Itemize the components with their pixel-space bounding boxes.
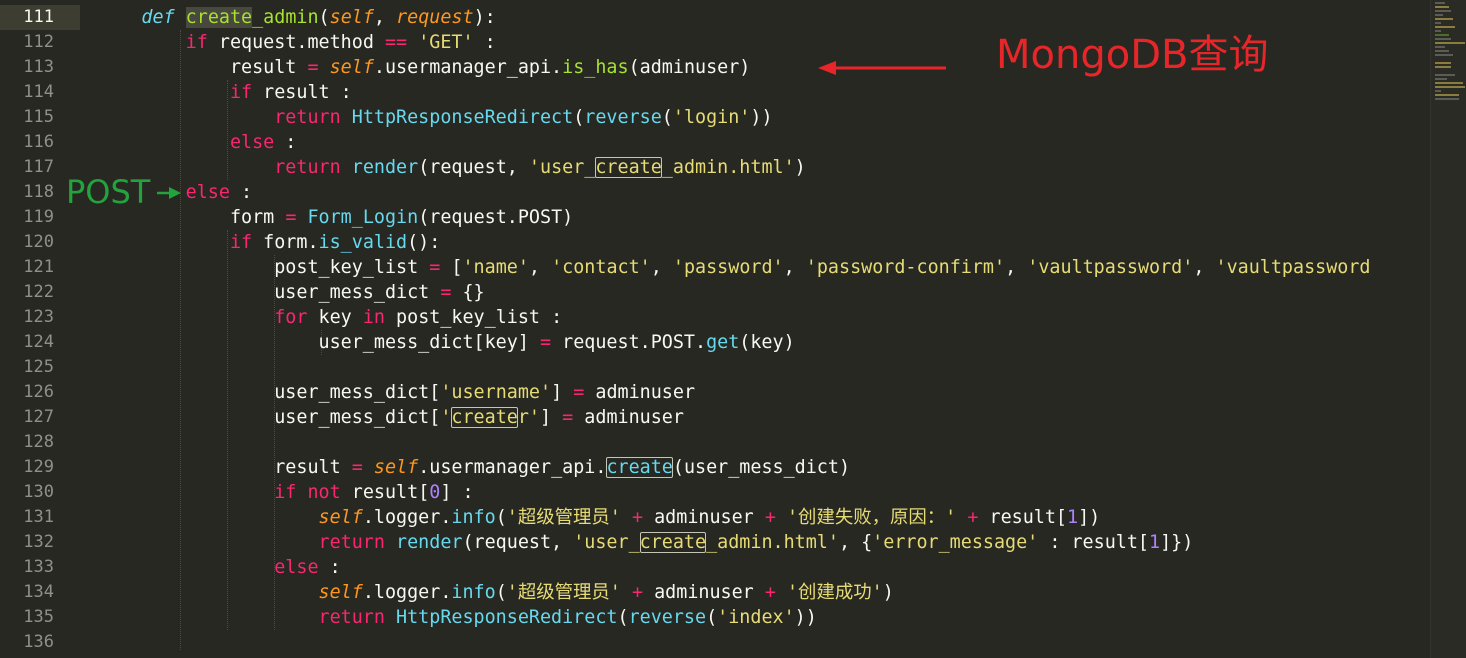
code-line-121[interactable]: post_key_list = ['name', 'contact', 'pas… bbox=[86, 255, 1370, 280]
line-number: 120 bbox=[23, 232, 54, 252]
code-line-124[interactable]: user_mess_dict[key] = request.POST.get(k… bbox=[86, 330, 795, 355]
line-number: 113 bbox=[23, 57, 54, 77]
minimap-line bbox=[1435, 30, 1441, 32]
code-line-111[interactable]: def create_admin(self, request): bbox=[86, 5, 496, 30]
minimap-line bbox=[1435, 94, 1459, 96]
line-number-gutter: 111 112 113 114 115 116 117 118 119 120 121 122 123 1… bbox=[0, 0, 88, 658]
post-annotation: POST bbox=[66, 173, 151, 211]
code-line-113[interactable]: result = self.usermanager_api.is_has(adm… bbox=[86, 55, 750, 80]
line-number: 116 bbox=[23, 132, 54, 152]
mongodb-query-annotation: MongoDB查询 bbox=[996, 32, 1269, 78]
line-number: 126 bbox=[23, 382, 54, 402]
minimap-line bbox=[1435, 98, 1459, 100]
line-number: 114 bbox=[23, 82, 54, 102]
code-line-134[interactable]: self.logger.info('超级管理员' + adminuser + '… bbox=[86, 580, 894, 605]
minimap-line bbox=[1435, 2, 1445, 4]
code-line-135[interactable]: return HttpResponseRedirect(reverse('ind… bbox=[86, 605, 817, 630]
code-line-127[interactable]: user_mess_dict['creater'] = adminuser bbox=[86, 405, 684, 430]
code-line-133[interactable]: else : bbox=[86, 555, 340, 580]
minimap-line bbox=[1435, 34, 1449, 36]
code-line-112[interactable]: if request.method == 'GET' : bbox=[86, 30, 496, 55]
code-line-122[interactable]: user_mess_dict = {} bbox=[86, 280, 484, 305]
minimap-line bbox=[1435, 86, 1465, 88]
code-line-123[interactable]: for key in post_key_list : bbox=[86, 305, 562, 330]
line-number: 132 bbox=[23, 532, 54, 552]
minimap-line bbox=[1435, 18, 1453, 20]
line-number: 129 bbox=[23, 457, 54, 477]
code-line-114[interactable]: if result : bbox=[86, 80, 352, 105]
minimap-line bbox=[1435, 66, 1451, 68]
minimap-line bbox=[1435, 26, 1455, 28]
red-arrow-icon bbox=[818, 61, 946, 75]
minimap-line bbox=[1435, 14, 1443, 16]
line-number: 135 bbox=[23, 607, 54, 627]
minimap-line bbox=[1435, 22, 1441, 24]
code-line-120[interactable]: if form.is_valid(): bbox=[86, 230, 440, 255]
line-number: 136 bbox=[23, 632, 54, 652]
minimap-line bbox=[1435, 42, 1465, 44]
green-arrow-icon bbox=[157, 187, 181, 199]
line-number: 115 bbox=[23, 107, 54, 127]
line-number: 128 bbox=[23, 432, 54, 452]
minimap-line bbox=[1435, 38, 1451, 40]
code-line-130[interactable]: if not result[0] : bbox=[86, 480, 473, 505]
code-line-116[interactable]: else : bbox=[86, 130, 296, 155]
line-number: 122 bbox=[23, 282, 54, 302]
line-number: 119 bbox=[23, 207, 54, 227]
line-number: 112 bbox=[23, 32, 54, 52]
code-editor[interactable]: 111 112 113 114 115 116 117 118 119 120 121 122 123 1… bbox=[0, 0, 1430, 658]
line-number: 134 bbox=[23, 582, 54, 602]
minimap-line bbox=[1435, 74, 1455, 76]
minimap-line bbox=[1435, 10, 1451, 12]
line-number: 127 bbox=[23, 407, 54, 427]
line-number: 111 bbox=[0, 5, 80, 30]
minimap-line bbox=[1435, 6, 1449, 8]
line-number: 130 bbox=[23, 482, 54, 502]
code-line-117[interactable]: return render(request, 'user_create_admi… bbox=[86, 155, 806, 180]
line-number: 118 bbox=[23, 182, 54, 202]
minimap-line bbox=[1435, 50, 1449, 52]
code-line-131[interactable]: self.logger.info('超级管理员' + adminuser + '… bbox=[86, 505, 1101, 530]
minimap-line bbox=[1435, 54, 1453, 56]
minimap-line bbox=[1435, 46, 1445, 48]
code-line-126[interactable]: user_mess_dict['username'] = adminuser bbox=[86, 380, 695, 405]
minimap-line bbox=[1435, 62, 1451, 64]
minimap-line bbox=[1435, 90, 1441, 92]
minimap[interactable] bbox=[1430, 0, 1466, 658]
code-line-115[interactable]: return HttpResponseRedirect(reverse('log… bbox=[86, 105, 772, 130]
line-number: 123 bbox=[23, 307, 54, 327]
line-number: 133 bbox=[23, 557, 54, 577]
minimap-line bbox=[1435, 78, 1447, 80]
line-number: 131 bbox=[23, 507, 54, 527]
line-number: 121 bbox=[23, 257, 54, 277]
minimap-line bbox=[1435, 82, 1463, 84]
line-number: 125 bbox=[23, 357, 54, 377]
code-line-119[interactable]: form = Form_Login(request.POST) bbox=[86, 205, 573, 230]
code-line-132[interactable]: return render(request, 'user_create_admi… bbox=[86, 530, 1193, 555]
line-number: 117 bbox=[23, 157, 54, 177]
line-number: 124 bbox=[23, 332, 54, 352]
code-line-129[interactable]: result = self.usermanager_api.create(use… bbox=[86, 455, 850, 480]
